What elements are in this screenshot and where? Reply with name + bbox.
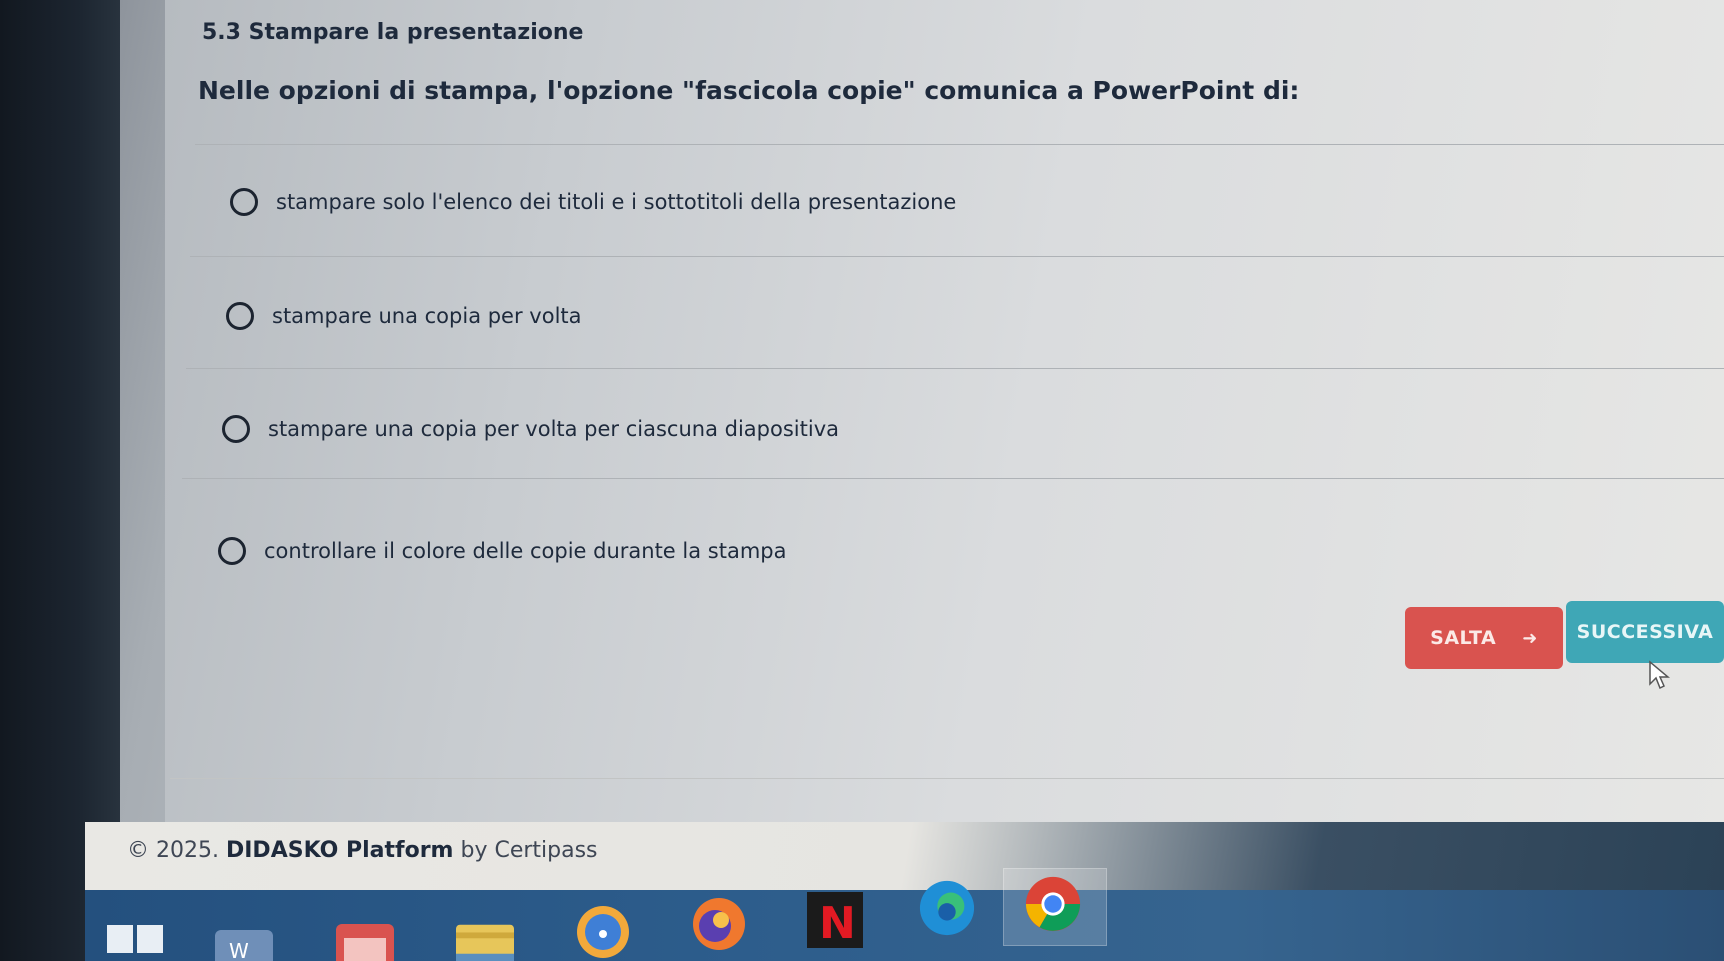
mouse-cursor-icon [1648, 660, 1671, 694]
word-icon[interactable]: W [215, 922, 273, 961]
answer-option-3[interactable]: stampare una copia per volta per ciascun… [222, 415, 839, 443]
section-title: 5.3 Stampare la presentazione [202, 20, 584, 45]
divider [186, 368, 1724, 369]
question-text: Nelle opzioni di stampa, l'opzione "fasc… [198, 76, 1300, 105]
edge-legacy-icon[interactable] [574, 904, 632, 960]
divider [182, 478, 1724, 479]
calendar-icon[interactable] [336, 918, 394, 961]
taskbar [85, 890, 1724, 961]
skip-button-label: SALTA [1430, 627, 1497, 649]
brand-name: DIDASKO Platform [225, 838, 454, 863]
answer-option-label: stampare una copia per volta per ciascun… [268, 417, 839, 441]
chrome-icon[interactable] [1024, 876, 1082, 932]
answer-option-4[interactable]: controllare il colore delle copie durant… [218, 537, 786, 565]
radio-button[interactable] [226, 302, 254, 330]
copyright-text: © 2025. [127, 838, 219, 863]
svg-text:W: W [229, 939, 249, 961]
answer-option-label: controllare il colore delle copie durant… [264, 539, 787, 563]
edge-icon[interactable] [918, 880, 976, 936]
divider [195, 144, 1724, 145]
radio-button[interactable] [230, 188, 258, 216]
arrow-right-icon: ➜ [1522, 627, 1538, 649]
radio-button[interactable] [218, 537, 246, 565]
skip-button[interactable]: SALTA ➜ [1405, 607, 1563, 669]
netflix-icon[interactable]: N [806, 892, 864, 948]
svg-text:N: N [819, 898, 856, 948]
by-text: by Certipass [460, 838, 598, 863]
windows-start-icon[interactable] [106, 905, 164, 961]
answer-option-label: stampare una copia per volta [272, 304, 582, 328]
firefox-icon[interactable] [690, 896, 748, 952]
answer-option-2[interactable]: stampare una copia per volta [226, 302, 582, 330]
next-button-label: SUCCESSIVA [1576, 621, 1714, 643]
desk-background [0, 0, 130, 961]
answer-option-label: stampare solo l'elenco dei titoli e i so… [276, 190, 957, 214]
file-explorer-icon[interactable] [456, 918, 514, 961]
next-button[interactable]: SUCCESSIVA [1566, 601, 1724, 663]
footer-copyright: © 2025. DIDASKO Platform by Certipass [127, 838, 598, 863]
radio-button[interactable] [222, 415, 250, 443]
answer-option-1[interactable]: stampare solo l'elenco dei titoli e i so… [230, 188, 956, 216]
divider [170, 778, 1724, 779]
divider [190, 256, 1724, 257]
